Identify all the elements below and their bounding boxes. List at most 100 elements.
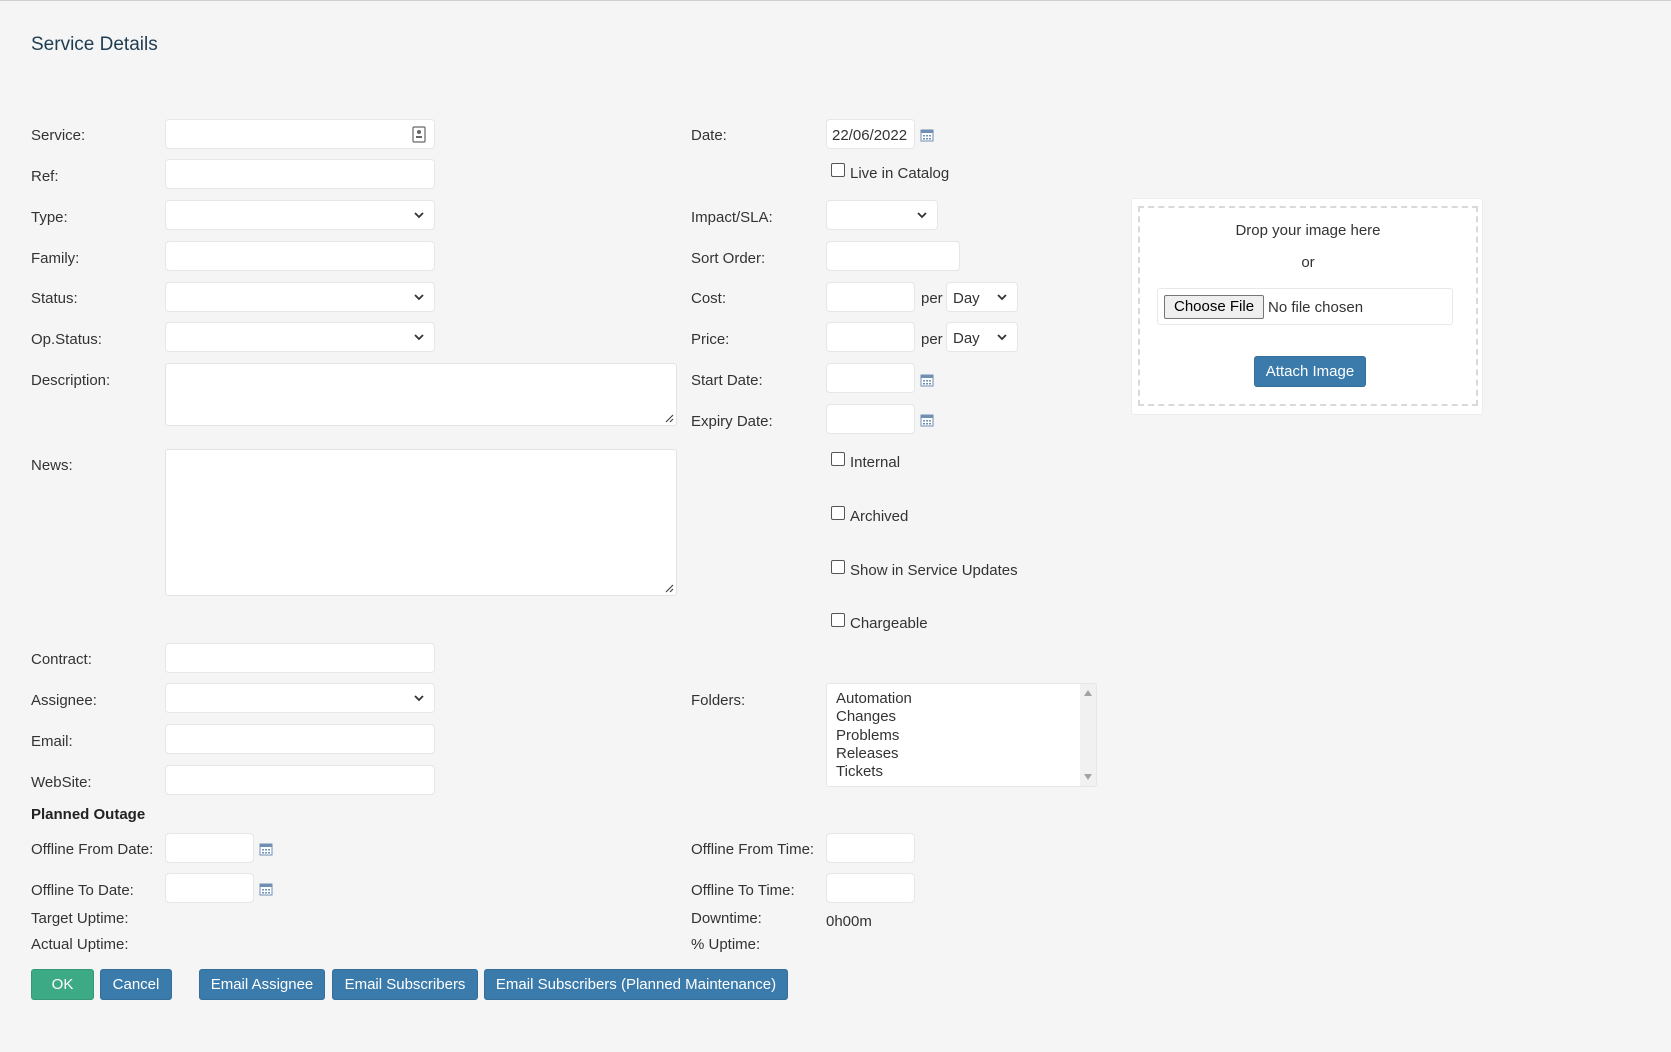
resize-grip-icon[interactable] — [664, 413, 674, 423]
price-label: Price: — [691, 331, 730, 348]
folder-option[interactable]: Tickets — [836, 763, 912, 781]
email-input[interactable] — [165, 724, 435, 754]
news-label: News: — [31, 457, 73, 474]
or-text: or — [1301, 254, 1315, 271]
chargeable-checkbox[interactable] — [831, 613, 845, 627]
pct-uptime-label: % Uptime: — [691, 936, 761, 953]
offline-to-time-input[interactable] — [826, 873, 915, 903]
folders-scrollbar[interactable] — [1080, 684, 1096, 786]
website-input[interactable] — [165, 765, 435, 795]
email-label: Email: — [31, 733, 73, 750]
offline-from-time-input[interactable] — [826, 833, 915, 863]
calendar-icon[interactable] — [259, 842, 273, 856]
folder-option[interactable]: Automation — [836, 690, 912, 708]
news-textarea[interactable] — [165, 449, 677, 596]
service-input[interactable] — [165, 119, 435, 149]
assignee-label: Assignee: — [31, 692, 97, 709]
image-upload-panel: Drop your image here or Choose File No f… — [1131, 198, 1483, 415]
type-label: Type: — [31, 209, 68, 226]
service-label: Service: — [31, 127, 86, 144]
description-label: Description: — [31, 372, 111, 389]
calendar-icon[interactable] — [920, 128, 934, 142]
date-label: Date: — [691, 127, 727, 144]
op-status-label: Op.Status: — [31, 331, 102, 348]
cancel-button[interactable]: Cancel — [100, 969, 172, 1000]
chevron-down-icon — [412, 691, 426, 705]
calendar-icon[interactable] — [259, 882, 273, 896]
offline-from-date-input[interactable] — [165, 833, 254, 863]
choose-file-button[interactable]: Choose File — [1164, 295, 1265, 319]
family-label: Family: — [31, 250, 80, 267]
email-subscribers-planned-button[interactable]: Email Subscribers (Planned Maintenance) — [484, 969, 788, 1000]
folder-option[interactable]: Problems — [836, 727, 912, 745]
website-label: WebSite: — [31, 774, 92, 791]
contract-input[interactable] — [165, 643, 435, 673]
image-drop-zone[interactable]: Drop your image here or Choose File No f… — [1138, 206, 1478, 406]
cost-unit-select[interactable]: Day — [946, 282, 1018, 312]
archived-label: Archived — [850, 508, 909, 525]
price-per-label: per — [921, 331, 943, 348]
offline-from-date-label: Offline From Date: — [31, 841, 154, 858]
file-input[interactable]: Choose File No file chosen — [1157, 288, 1453, 325]
folder-option[interactable]: Changes — [836, 708, 912, 726]
date-value: 22/06/2022 — [832, 127, 908, 144]
expiry-date-input[interactable] — [826, 404, 915, 434]
actual-uptime-label: Actual Uptime: — [31, 936, 129, 953]
calendar-icon[interactable] — [920, 373, 934, 387]
type-select[interactable] — [165, 200, 435, 230]
sort-order-input[interactable] — [826, 241, 960, 271]
description-textarea[interactable] — [165, 363, 677, 426]
price-unit-select[interactable]: Day — [946, 322, 1018, 352]
price-input[interactable] — [826, 322, 915, 352]
email-assignee-button[interactable]: Email Assignee — [199, 969, 325, 1000]
cost-unit-value: Day — [953, 290, 980, 307]
chevron-down-icon — [412, 290, 426, 304]
scroll-up-icon[interactable] — [1084, 690, 1092, 696]
lookup-icon[interactable] — [412, 126, 426, 143]
folder-option[interactable]: Releases — [836, 745, 912, 763]
show-in-service-updates-checkbox[interactable] — [831, 560, 845, 574]
chevron-down-icon — [915, 208, 929, 222]
show-in-service-updates-label: Show in Service Updates — [850, 562, 1018, 579]
attach-image-button[interactable]: Attach Image — [1254, 356, 1366, 387]
price-unit-value: Day — [953, 330, 980, 347]
internal-checkbox[interactable] — [831, 452, 845, 466]
cost-label: Cost: — [691, 290, 727, 307]
target-uptime-label: Target Uptime: — [31, 910, 129, 927]
no-file-chosen-text: No file chosen — [1268, 299, 1364, 316]
offline-to-date-input[interactable] — [165, 873, 254, 903]
chevron-down-icon — [995, 290, 1009, 304]
ok-button[interactable]: OK — [31, 969, 94, 1000]
email-subscribers-button[interactable]: Email Subscribers — [332, 969, 478, 1000]
start-date-input[interactable] — [826, 363, 915, 393]
sort-order-label: Sort Order: — [691, 250, 766, 267]
chevron-down-icon — [995, 330, 1009, 344]
offline-to-date-label: Offline To Date: — [31, 882, 134, 899]
cost-input[interactable] — [826, 282, 915, 312]
live-in-catalog-checkbox[interactable] — [831, 163, 845, 177]
chevron-down-icon — [412, 208, 426, 222]
op-status-select[interactable] — [165, 322, 435, 352]
offline-from-time-label: Offline From Time: — [691, 841, 815, 858]
chevron-down-icon — [412, 330, 426, 344]
folders-listbox[interactable]: Automation Changes Problems Releases Tic… — [826, 683, 1097, 787]
date-input[interactable]: 22/06/2022 — [826, 119, 915, 149]
planned-outage-heading: Planned Outage — [31, 806, 146, 823]
impact-sla-select[interactable] — [826, 200, 938, 230]
calendar-icon[interactable] — [920, 413, 934, 427]
status-select[interactable] — [165, 282, 435, 312]
archived-checkbox[interactable] — [831, 506, 845, 520]
ref-input[interactable] — [165, 159, 435, 189]
contract-label: Contract: — [31, 651, 92, 668]
ref-label: Ref: — [31, 168, 59, 185]
assignee-select[interactable] — [165, 683, 435, 713]
resize-grip-icon[interactable] — [664, 583, 674, 593]
scroll-down-icon[interactable] — [1084, 774, 1092, 780]
chargeable-label: Chargeable — [850, 615, 928, 632]
folders-label: Folders: — [691, 692, 746, 709]
page-title: Service Details — [31, 34, 158, 55]
family-input[interactable] — [165, 241, 435, 271]
downtime-value: 0h00m — [826, 913, 872, 930]
start-date-label: Start Date: — [691, 372, 763, 389]
expiry-date-label: Expiry Date: — [691, 413, 773, 430]
